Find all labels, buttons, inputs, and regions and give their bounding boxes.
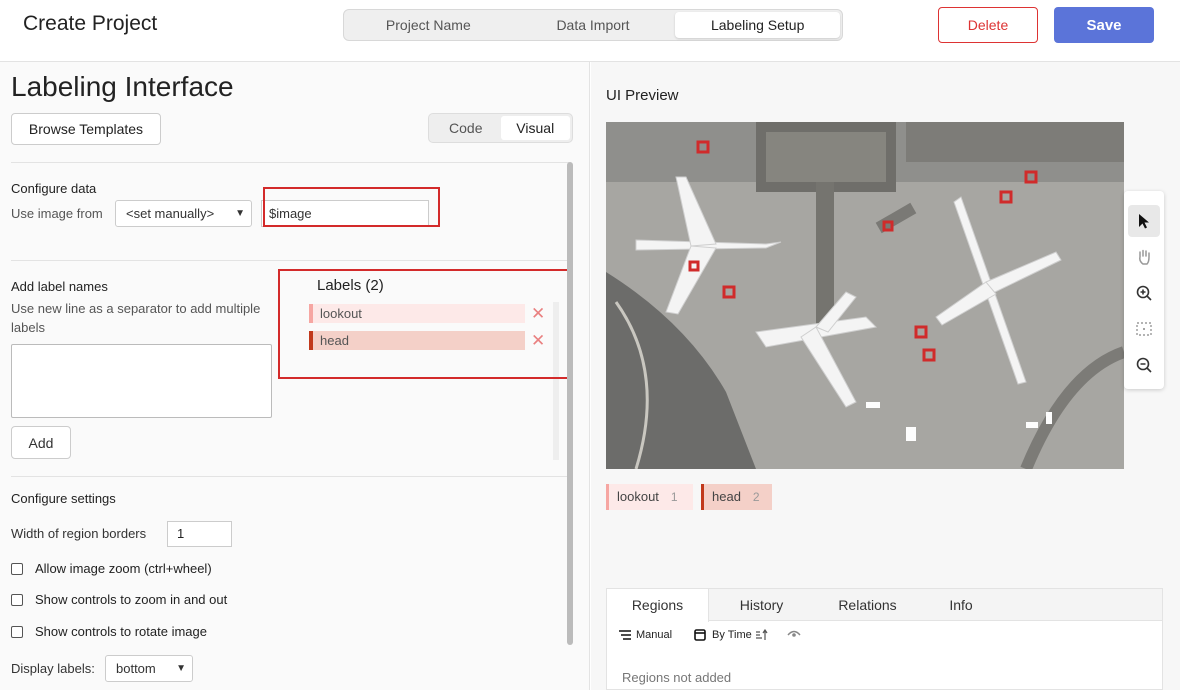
step-labeling-setup[interactable]: Labeling Setup	[675, 12, 841, 38]
pointer-icon[interactable]	[1128, 205, 1160, 237]
add-label-names-heading: Add label names	[11, 279, 108, 294]
manual-grouping-button[interactable]: Manual	[619, 629, 672, 641]
label-names-textarea[interactable]	[11, 344, 272, 418]
labeling-interface-panel: Labeling Interface Browse Templates Code…	[0, 62, 590, 690]
mode-toggle: Code Visual	[428, 113, 573, 143]
section-title: Labeling Interface	[11, 71, 234, 102]
eye-icon	[787, 630, 801, 637]
delete-button[interactable]: Delete	[938, 7, 1038, 43]
label-item[interactable]: lookout	[309, 304, 525, 323]
label-names-hint: Use new line as a separator to add multi…	[11, 301, 261, 335]
label-color-stripe	[701, 484, 704, 510]
preview-title: UI Preview	[606, 87, 679, 104]
top-bar: Create Project Project Name Data Import …	[0, 0, 1180, 62]
preview-label-head[interactable]: head 2	[701, 484, 772, 510]
border-width-label: Width of region borders	[11, 526, 147, 541]
display-labels-label: Display labels:	[11, 661, 95, 676]
checkbox-label: Show controls to rotate image	[35, 624, 207, 639]
regions-empty-text: Regions not added	[622, 670, 732, 685]
display-labels-select[interactable]: bottom ▼	[105, 655, 193, 682]
calendar-icon	[694, 629, 706, 641]
list-icon	[619, 630, 631, 640]
image-toolbar	[1124, 191, 1164, 389]
label-color-stripe	[606, 484, 609, 510]
label-color-stripe	[309, 331, 313, 350]
ui-preview-panel: UI Preview lookout 1 head 2 Regions Hist…	[591, 62, 1180, 690]
display-labels-value: bottom	[116, 661, 156, 676]
divider	[11, 162, 569, 163]
checkbox[interactable]	[11, 562, 23, 575]
page-title: Create Project	[23, 12, 158, 35]
chevron-down-icon: ▼	[235, 208, 245, 219]
manual-label: Manual	[636, 629, 673, 641]
checkbox[interactable]	[11, 625, 23, 638]
wizard-steps: Project Name Data Import Labeling Setup	[343, 9, 843, 41]
checkbox-row[interactable]: Show controls to rotate image	[11, 624, 207, 639]
label-shortcut: 1	[670, 490, 678, 504]
chevron-down-icon: ▼	[176, 663, 186, 674]
tab-history[interactable]: History	[709, 589, 814, 621]
image-source-select[interactable]: <set manually> ▼	[115, 200, 252, 227]
checkbox-label: Allow image zoom (ctrl+wheel)	[35, 561, 212, 576]
add-labels-button[interactable]: Add	[11, 426, 71, 459]
fit-icon[interactable]	[1128, 313, 1160, 345]
tab-regions[interactable]: Regions	[607, 589, 709, 622]
tab-code[interactable]: Code	[431, 116, 501, 140]
zoom-out-icon[interactable]	[1128, 349, 1160, 381]
visibility-toggle[interactable]	[787, 629, 801, 639]
sort-label: By Time	[712, 629, 752, 641]
preview-label-lookout[interactable]: lookout 1	[606, 484, 693, 510]
airport-aerial-illustration	[606, 122, 1124, 469]
image-variable-input[interactable]: $image	[261, 200, 429, 227]
label-item[interactable]: head	[309, 331, 525, 350]
label-name: lookout	[320, 306, 362, 321]
close-icon[interactable]: ✕	[531, 331, 545, 350]
checkbox-label: Show controls to zoom in and out	[35, 592, 228, 607]
checkbox[interactable]	[11, 593, 23, 606]
image-source-value: <set manually>	[126, 206, 215, 221]
step-project-name[interactable]: Project Name	[346, 12, 511, 38]
border-width-input[interactable]: 1	[167, 521, 232, 547]
configure-settings-heading: Configure settings	[11, 491, 116, 506]
labels-scrollbar[interactable]	[553, 302, 559, 460]
label-color-stripe	[309, 304, 313, 323]
airport-aerial-image[interactable]	[606, 122, 1124, 469]
sort-by-time-button[interactable]: By Time	[694, 629, 769, 641]
configure-data-heading: Configure data	[11, 181, 97, 196]
zoom-in-icon[interactable]	[1128, 277, 1160, 309]
use-image-label: Use image from	[11, 206, 103, 221]
hand-icon[interactable]	[1128, 241, 1160, 273]
browse-templates-button[interactable]: Browse Templates	[11, 113, 161, 145]
tab-visual[interactable]: Visual	[500, 116, 570, 140]
divider	[11, 476, 569, 477]
step-data-import[interactable]: Data Import	[511, 12, 676, 38]
tab-relations[interactable]: Relations	[814, 589, 921, 621]
panel-tabs: Regions History Relations Info	[607, 589, 1162, 622]
sort-order-icon	[755, 629, 768, 640]
label-name: head	[712, 489, 741, 504]
label-shortcut: 2	[752, 490, 760, 504]
panel-scrollbar[interactable]	[567, 162, 573, 645]
divider	[11, 260, 569, 261]
checkbox-row[interactable]: Show controls to zoom in and out	[11, 592, 227, 607]
labels-list-title: Labels (2)	[317, 277, 384, 294]
label-name: head	[320, 333, 349, 348]
close-icon[interactable]: ✕	[531, 304, 545, 323]
side-panel: Regions History Relations Info Manual By…	[606, 588, 1163, 690]
checkbox-row[interactable]: Allow image zoom (ctrl+wheel)	[11, 561, 212, 576]
label-name: lookout	[617, 489, 659, 504]
tab-info[interactable]: Info	[921, 589, 1001, 621]
save-button[interactable]: Save	[1054, 7, 1154, 43]
